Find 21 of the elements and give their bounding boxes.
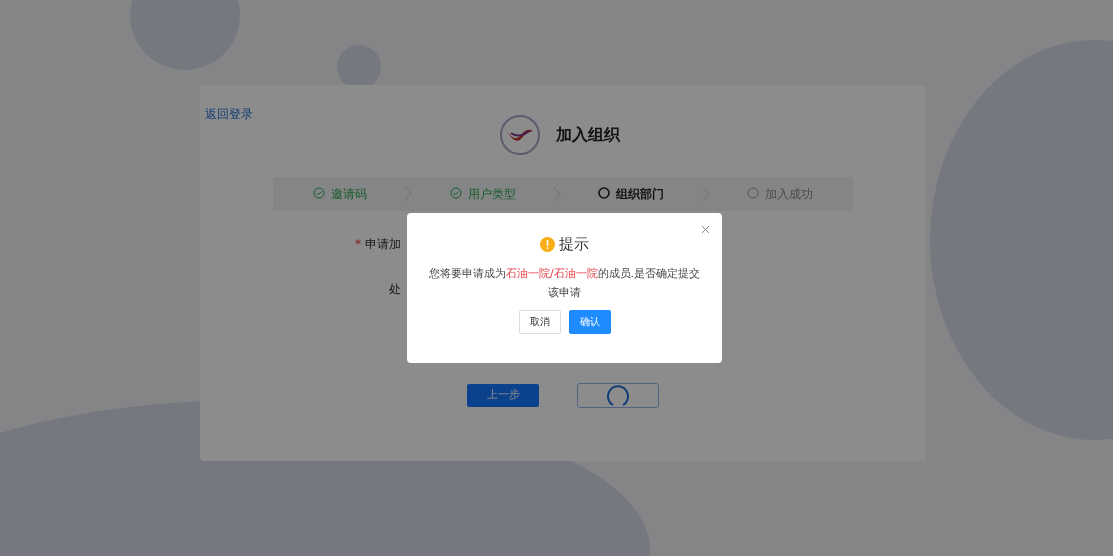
dialog-title: 提示 <box>559 234 589 255</box>
previous-step-button[interactable]: 上一步 <box>467 384 539 407</box>
spinner-icon <box>605 384 631 407</box>
close-icon[interactable] <box>701 225 710 234</box>
step-item: 组织部门 <box>598 185 665 203</box>
back-to-login-link[interactable]: 返回登录 <box>205 105 253 123</box>
dialog-message: 您将要申请成为石油一院/石油一院的成员.是否确定提交该申请 <box>427 265 702 301</box>
field-label: * 申请加 <box>355 235 401 253</box>
circle-icon <box>598 187 611 199</box>
field-label: 处 <box>389 280 401 298</box>
loading-button[interactable] <box>577 383 659 408</box>
step-item: 邀请码 <box>313 185 367 203</box>
confirm-button[interactable]: 确认 <box>568 309 611 334</box>
check-circle-icon <box>313 187 325 199</box>
logo-icon <box>500 115 540 155</box>
warning-icon <box>540 236 555 252</box>
circle-icon <box>746 187 759 199</box>
cancel-button[interactable]: 取消 <box>518 309 561 334</box>
step-item: 用户类型 <box>449 185 516 203</box>
page-title: 加入组织 <box>556 124 620 146</box>
check-circle-icon <box>449 187 462 199</box>
